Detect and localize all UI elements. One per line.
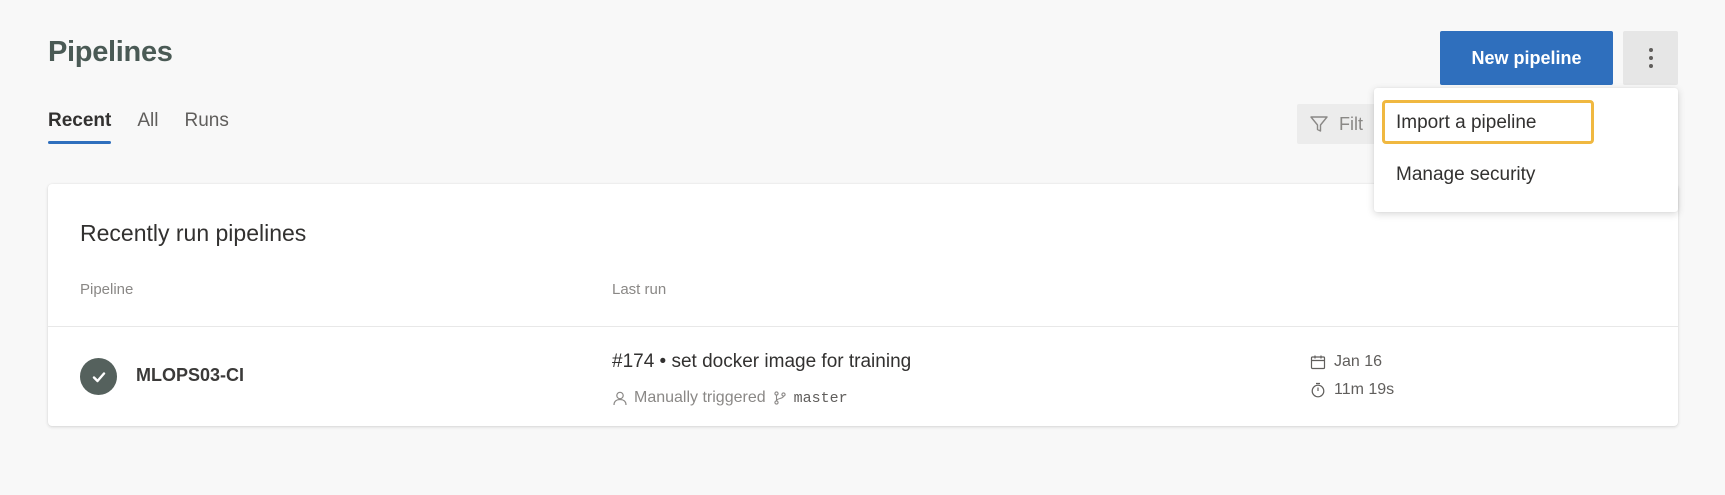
recent-pipelines-card: Recently run pipelines Pipeline Last run…: [48, 184, 1678, 426]
timer-icon: [1311, 382, 1325, 398]
page-title: Pipelines: [48, 36, 173, 68]
tab-all[interactable]: All: [137, 110, 158, 144]
more-dot: [1648, 64, 1653, 68]
run-date-text: Jan 16: [1334, 353, 1383, 370]
column-header-pipeline: Pipeline: [80, 281, 134, 298]
run-meta: Manually triggered master: [612, 389, 848, 407]
card-title: Recently run pipelines: [80, 220, 307, 246]
tab-runs[interactable]: Runs: [184, 110, 228, 144]
run-duration-text: 11m 19s: [1334, 381, 1395, 398]
table-row[interactable]: MLOPS03-CI #174 • set docker image for t…: [48, 327, 1678, 426]
branch-icon: [773, 391, 786, 405]
trigger-text: Manually triggered: [634, 389, 766, 406]
branch-name: master: [793, 389, 848, 407]
more-dot: [1648, 56, 1653, 60]
pipeline-name[interactable]: MLOPS03-CI: [136, 365, 244, 386]
run-date: Jan 16: [1310, 353, 1394, 371]
menu-item-import-pipeline[interactable]: Import a pipeline: [1396, 112, 1536, 134]
pipelines-page: Pipelines Recent All Runs New pipeline F…: [0, 0, 1725, 495]
column-header-last-run: Last run: [612, 281, 667, 298]
more-dots-icon: [1648, 48, 1653, 52]
more-actions-menu: Import a pipeline Manage security: [1374, 88, 1678, 212]
tab-bar: Recent All Runs: [48, 110, 255, 144]
filter-icon: [1310, 116, 1328, 132]
calendar-icon: [1310, 355, 1326, 370]
tab-recent[interactable]: Recent: [48, 110, 112, 144]
menu-item-manage-security[interactable]: Manage security: [1396, 164, 1535, 186]
filter-placeholder: Filt: [1339, 113, 1363, 134]
person-icon: [613, 391, 627, 406]
run-timing: Jan 16 11m 19s: [1310, 353, 1394, 399]
run-duration: 11m 19s: [1310, 381, 1394, 399]
more-actions-button[interactable]: [1623, 31, 1678, 85]
check-circle-icon: [80, 358, 117, 395]
run-title[interactable]: #174 • set docker image for training: [612, 351, 911, 373]
new-pipeline-button[interactable]: New pipeline: [1440, 31, 1613, 85]
